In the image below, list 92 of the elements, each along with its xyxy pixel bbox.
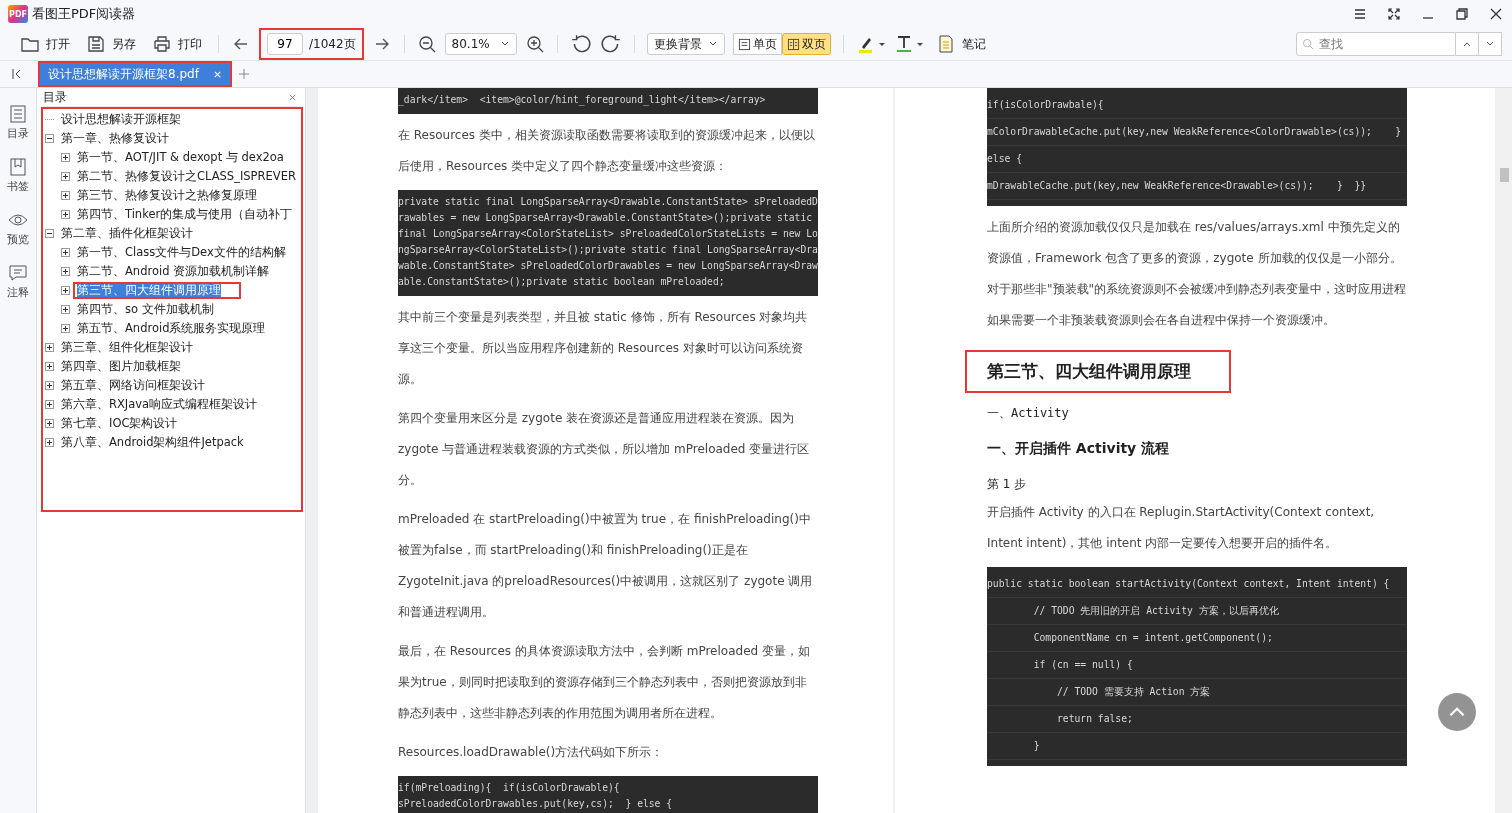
close-icon[interactable] <box>1488 6 1504 22</box>
search-icon <box>1302 38 1314 50</box>
step-label: 第 1 步 <box>987 476 1028 493</box>
bookmark-panel-button[interactable]: 书签 <box>7 157 29 194</box>
outline-item[interactable]: 第六章、RXJava响应式编程框架设计 <box>57 396 262 413</box>
expand-icon[interactable] <box>61 324 70 333</box>
outline-item[interactable]: 第五章、网络访问框架设计 <box>57 377 209 394</box>
paragraph: Resources.loadDrawable()方法代码如下所示： <box>398 744 665 761</box>
menu-icon[interactable] <box>1352 6 1368 22</box>
expand-icon[interactable] <box>61 210 70 219</box>
page-number-field[interactable]: 97 <box>267 33 303 55</box>
expand-icon[interactable] <box>61 191 70 200</box>
expand-icon[interactable] <box>61 286 70 295</box>
expand-icon[interactable] <box>61 267 70 276</box>
rotate-left-icon[interactable] <box>569 33 592 55</box>
code-block: if(mPreloading){ if(isColorDrawable){ sPreloadedColorDrawables.put(key,cs); } else { <box>398 776 818 813</box>
close-panel-icon[interactable] <box>288 92 297 102</box>
outline-item[interactable]: 第三节、四大组件调用原理 <box>73 282 241 299</box>
expand-icon[interactable] <box>61 248 70 257</box>
toc-panel-button[interactable]: 目录 <box>7 104 29 141</box>
caret-icon[interactable] <box>877 40 886 48</box>
save-icon <box>86 34 106 54</box>
search-field[interactable]: 查找 <box>1296 32 1456 56</box>
preview-panel-button[interactable]: 预览 <box>7 210 29 247</box>
expand-icon[interactable] <box>61 172 70 181</box>
maximize-icon[interactable] <box>1454 6 1470 22</box>
close-tab-icon[interactable] <box>212 69 222 79</box>
outline-item[interactable]: 第五节、Android系统服务实现原理 <box>73 320 270 337</box>
notes-button[interactable]: 笔记 <box>931 34 990 54</box>
expand-icon[interactable] <box>45 362 54 371</box>
double-page-toggle[interactable]: 双页 <box>781 33 831 55</box>
subheading: 一、Activity <box>987 405 1070 422</box>
comment-icon <box>8 263 28 283</box>
code-block: if(isColorDrawbale){ mColorDrawableCache.put(key,new WeakReference<ColorDrawable>(cs)); } else { mDrawableCache.put(key,new WeakReference<Drawable>(cs)); } }} <box>987 88 1407 206</box>
zoom-in-icon[interactable] <box>524 34 545 54</box>
single-page-icon <box>737 37 751 51</box>
subheading: 一、开启插件 Activity 流程 <box>987 440 1171 458</box>
comment-panel-button[interactable]: 注释 <box>7 263 29 300</box>
outline-item[interactable]: 第四章、图片加载框架 <box>57 358 185 375</box>
fullscreen-icon[interactable] <box>1386 6 1402 22</box>
printer-icon <box>152 34 172 54</box>
section-heading: 第三节、四大组件调用原理 <box>965 350 1231 393</box>
outline-item[interactable]: 第七章、IOC架构设计 <box>57 415 182 432</box>
expand-icon[interactable] <box>45 419 54 428</box>
collapse-icon[interactable] <box>45 229 54 238</box>
paragraph: 其中前三个变量是列表类型，并且被 static 修饰，所有 Resources 对象均共享这三个变量。所以当应用程序创建新的 Resources 对象时可以访问系统资源。 <box>398 309 809 388</box>
outline-item[interactable]: 第四节、Tinker的集成与使用（自动补丁 <box>73 206 297 223</box>
open-button[interactable]: 打开 <box>16 34 74 54</box>
caret-icon[interactable] <box>915 40 924 48</box>
background-dropdown[interactable]: 更换背景 <box>646 33 725 55</box>
zoom-dropdown[interactable]: 80.1% <box>444 33 517 55</box>
bookmark-icon <box>8 157 28 177</box>
page-total: /1042页 <box>309 35 356 53</box>
expand-icon[interactable] <box>45 381 54 390</box>
outline-item[interactable]: 第二章、插件化框架设计 <box>57 225 197 242</box>
zoom-out-icon[interactable] <box>416 34 437 54</box>
window-title: 看图王PDF阅读器 <box>32 5 136 23</box>
expand-icon[interactable] <box>61 305 70 314</box>
code-block: public static boolean startActivity(Context context, Intent intent) { // TODO 先用旧的开启 Activity 方案，以后再优化 ComponentName cn = intent.getComponent(); if (cn == null) { // TODO 需要支持 Action 方案 return false; } <box>987 567 1407 766</box>
scrollbar-thumb[interactable] <box>1500 168 1509 182</box>
collapse-icon[interactable] <box>45 134 54 143</box>
code-block: private static final LongSparseArray<Drawable.ConstantState> sPreloadedD rawables = new LongSparseArray<Drawable.ConstantState>();private static final LongSparseArray<ColorStateList> sPreloadedColorStateLists = new Lo ngSparseArray<ColorStateList>();private static final LongSparseArray<Dra wable.ConstantState> sPreloadedColorDrawables = new LongSparseArray<Draw able.ConstantState>();private static boolean mPreloaded; <box>398 190 818 296</box>
paragraph: 上面所介绍的资源加载仅仅只是加载在 res/values/arrays.xml 中预先定义的资源值，Framework 包含了更多的资源，zygote 所加载的仅仅是一小部分。对于那些非"预装载"的系统资源则不会被缓冲到静态列表变量中，这时应用进程如果需要一个非预装载资源则会在各自进程中保持一个资源缓冲。 <box>987 219 1407 329</box>
outline-item[interactable]: 第二节、热修复设计之CLASS_ISPREVER <box>73 168 300 185</box>
paragraph: 开启插件 Activity 的入口在 Replugin.StartActivity(Context context, Intent intent)，其他 intent 内部一定要传入想要开启的插件名。 <box>987 504 1376 552</box>
panel-title: 目录 <box>43 88 67 106</box>
paragraph: mPreloaded 在 startPreloading()中被置为 true，在 finishPreloading()中被置为false，而 startPreloading()和 finishPreloading()正是在 ZygoteInit.java 的preloadResources()中被调用，这就区别了 zygote 调用和普通进程调用。 <box>398 511 814 621</box>
list-icon <box>8 104 28 124</box>
print-button[interactable]: 打印 <box>148 34 206 54</box>
outline-item[interactable]: 第三章、组件化框架设计 <box>57 339 197 356</box>
outline-item[interactable]: 第八章、Android架构组件Jetpack <box>57 434 248 451</box>
expand-icon[interactable] <box>45 438 54 447</box>
paragraph: 最后，在 Resources 的具体资源读取方法中，会判断 mPreloaded 变量，如果为true，则同时把读取到的资源存储到三个静态列表中，否则把资源放到非静态列表中，这些非静态列表的作用范围为调用者所在进程。 <box>398 643 811 722</box>
expand-icon[interactable] <box>61 153 70 162</box>
outline-item[interactable]: 第一节、Class文件与Dex文件的结构解 <box>73 244 290 261</box>
paragraph: 在 Resources 类中，相关资源读取函数需要将读取到的资源缓冲起来，以便以后使用，Resources 类中定义了四个静态变量缓冲这些资源： <box>398 127 816 175</box>
rotate-right-icon[interactable] <box>599 33 622 55</box>
expand-icon[interactable] <box>45 400 54 409</box>
single-page-toggle[interactable]: 单页 <box>732 33 782 55</box>
outline-item[interactable]: 第四节、so 文件加载机制 <box>73 301 218 318</box>
document-tab[interactable]: 设计思想解读开源框架8.pdf <box>38 61 232 87</box>
app-logo: PDF <box>8 5 28 23</box>
two-column-icon <box>786 37 800 51</box>
expand-icon[interactable] <box>45 343 54 352</box>
outline-item[interactable]: 第一章、热修复设计 <box>57 130 173 147</box>
save-button[interactable]: 另存 <box>82 34 140 54</box>
outline-item[interactable]: 第二节、Android 资源加载机制详解 <box>73 263 274 280</box>
outline-item[interactable]: 第三节、热修复设计之热修复原理 <box>73 187 261 204</box>
paragraph: 第四个变量用来区分是 zygote 装在资源还是普通应用进程装在资源。因为zygote 与普通进程装载资源的方式类似，所以增加 mPreloaded 变量进行区分。 <box>398 410 811 489</box>
outline-item[interactable]: 第一节、AOT/JIT & dexopt 与 dex2oa <box>73 149 288 166</box>
outline-item[interactable]: 设计思想解读开源框架 <box>57 111 185 128</box>
code-block: _dark</item> <item>@color/hint_foreground_light</item></array> <box>398 88 818 114</box>
